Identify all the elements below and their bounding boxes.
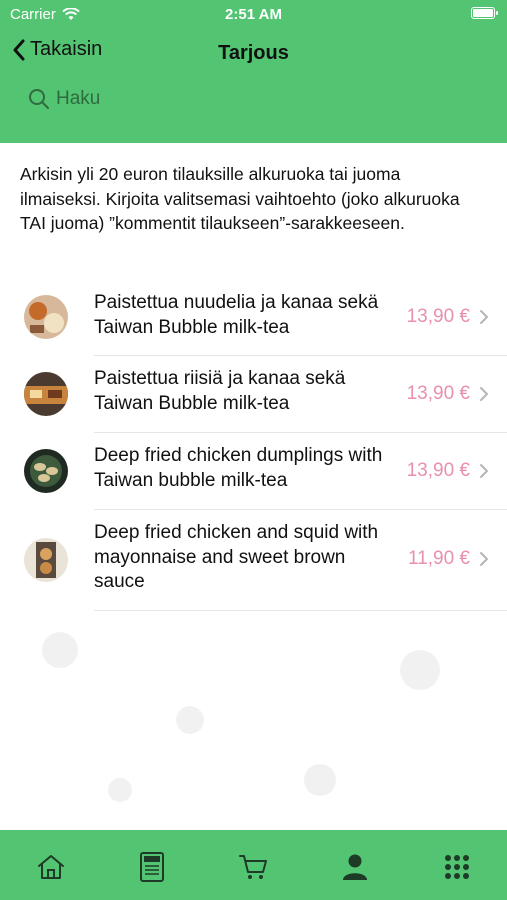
- tab-bar: [0, 830, 507, 900]
- search-placeholder: Haku: [56, 88, 101, 109]
- page-title: Tarjous: [218, 42, 289, 64]
- cart-icon: [239, 855, 267, 879]
- chevron-right-icon: [480, 387, 488, 401]
- search-field[interactable]: Haku: [28, 88, 100, 110]
- home-icon: [38, 855, 64, 879]
- header: Carrier 2:51 AM Takaisin Tarjous Haku: [0, 0, 507, 143]
- status-time: 2:51 AM: [225, 6, 282, 23]
- list-item[interactable]: Paistettua nuudelia ja kanaa sekä Taiwan…: [24, 280, 507, 356]
- item-name: Paistettua riisiä ja kanaa sekä Taiwan B…: [94, 368, 346, 414]
- list-item[interactable]: Deep fried chicken dumplings with Taiwan…: [24, 433, 507, 510]
- tab-more[interactable]: [440, 850, 474, 884]
- tab-home[interactable]: [34, 850, 68, 884]
- tab-menu[interactable]: [135, 850, 169, 884]
- offer-notice: Arkisin yli 20 euron tilauksille alkuruo…: [20, 164, 460, 233]
- item-name: Deep fried chicken and squid with mayonn…: [94, 522, 379, 592]
- item-thumbnail: [24, 372, 68, 416]
- chevron-right-icon: [480, 310, 488, 324]
- list-item[interactable]: Deep fried chicken and squid with mayonn…: [24, 510, 507, 611]
- item-name: Deep fried chicken dumplings with Taiwan…: [94, 445, 383, 491]
- menu-icon: [140, 852, 164, 882]
- item-name: Paistettua nuudelia ja kanaa sekä Taiwan…: [94, 292, 379, 338]
- profile-icon: [343, 854, 367, 880]
- item-thumbnail: [24, 295, 68, 339]
- tab-profile[interactable]: [338, 850, 372, 884]
- tab-cart[interactable]: [236, 850, 270, 884]
- nav-bar: Takaisin Tarjous: [0, 34, 507, 70]
- battery-icon: [471, 7, 498, 19]
- item-thumbnail: [24, 449, 68, 493]
- chevron-right-icon: [480, 552, 488, 566]
- offer-list: Paistettua nuudelia ja kanaa sekä Taiwan…: [0, 280, 507, 611]
- background-pattern: [42, 632, 440, 802]
- item-price: 13,90 €: [406, 460, 470, 481]
- list-item[interactable]: Paistettua riisiä ja kanaa sekä Taiwan B…: [24, 356, 507, 433]
- item-price: 13,90 €: [406, 383, 470, 404]
- chevron-right-icon: [480, 464, 488, 478]
- item-price: 11,90 €: [408, 548, 470, 569]
- status-bar: Carrier 2:51 AM: [0, 0, 507, 28]
- item-price: 13,90 €: [406, 306, 470, 327]
- search-icon: [29, 89, 49, 109]
- grid-icon: [445, 855, 469, 879]
- item-thumbnail: [24, 538, 68, 582]
